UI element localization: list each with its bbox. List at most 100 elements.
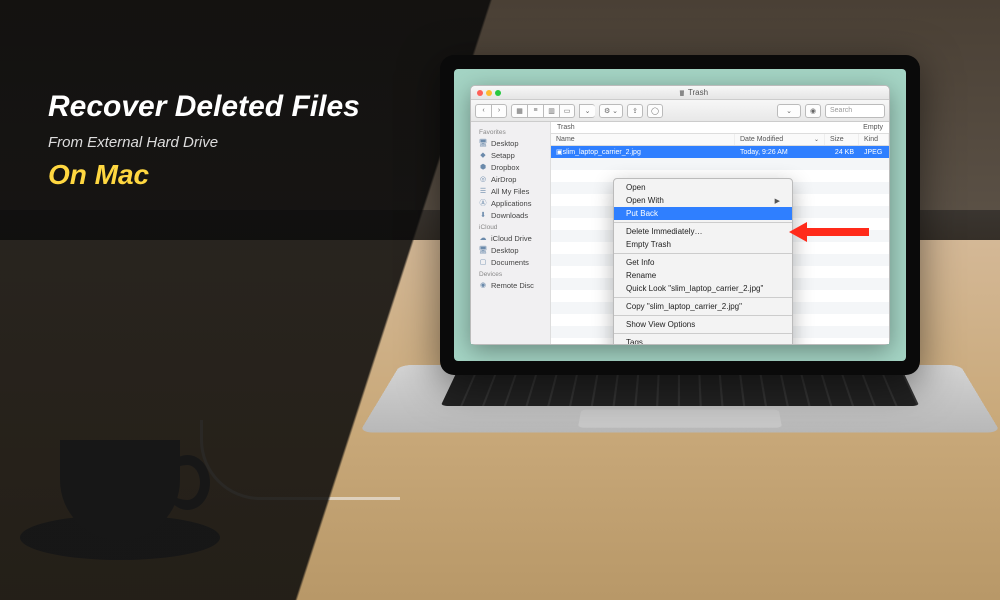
finder-window: Trash ‹ › ▦ ≡ ▥ ▭ ⌄ [470, 85, 890, 345]
context-menu: Open Open With ▶ Put Back Delete Immediat… [613, 178, 793, 344]
view-list-button[interactable]: ≡ [527, 104, 543, 118]
view-icons-button[interactable]: ▦ [511, 104, 527, 118]
display-icon: 🖥 [479, 246, 487, 254]
menu-item-tags[interactable]: Tags… [614, 336, 792, 344]
menu-label: Empty Trash [626, 240, 671, 249]
files-icon: ☰ [479, 187, 487, 195]
sidebar-item-label: Documents [491, 258, 529, 267]
menu-item-open-with[interactable]: Open With ▶ [614, 194, 792, 207]
headline-line3: On Mac [48, 159, 360, 191]
apps-icon: Ⓐ [479, 199, 487, 207]
minimize-icon[interactable] [486, 90, 492, 96]
back-button[interactable]: ‹ [475, 104, 491, 118]
arrange-group: ⌄ [579, 104, 595, 118]
laptop-screen-frame: Trash ‹ › ▦ ≡ ▥ ▭ ⌄ [440, 55, 920, 375]
sidebar-item-desktop-icloud[interactable]: 🖥 Desktop [471, 244, 550, 256]
sidebar-item-remotedisc[interactable]: ◉Remote Disc [471, 279, 550, 291]
search-input[interactable]: Search [825, 104, 885, 118]
view-gallery-button[interactable]: ▭ [559, 104, 575, 118]
path-text: Trash [557, 124, 575, 131]
action-button[interactable]: ⚙ ⌄ [599, 104, 623, 118]
column-headers: Name Date Modified ⌄ Size Kind [551, 134, 889, 146]
column-label: Date Modified [740, 136, 783, 143]
box-icon: ⬢ [479, 163, 487, 171]
sidebar-item-setapp[interactable]: ◆Setapp [471, 149, 550, 161]
quicklook-button[interactable]: ◉ [805, 104, 821, 118]
menu-label: Rename [626, 271, 656, 280]
sidebar-heading-favorites: Favorites [471, 126, 550, 137]
menu-item-show-view[interactable]: Show View Options [614, 318, 792, 331]
view-columns-button[interactable]: ▥ [543, 104, 559, 118]
sidebar-item-dropbox[interactable]: ⬢ Dropbox [471, 161, 550, 173]
sidebar-item-label: AirDrop [491, 175, 516, 184]
column-size[interactable]: Size [825, 134, 859, 145]
download-icon: ⬇ [479, 211, 487, 219]
path-bar: Trash Empty [551, 122, 889, 134]
sidebar-item-label: Setapp [491, 151, 515, 160]
tags-button[interactable]: ◯ [647, 104, 663, 118]
trash-icon [679, 89, 685, 96]
sidebar-item-label: Dropbox [491, 163, 519, 172]
finder-main-pane: Trash Empty Name Date Modified ⌄ Size Kin… [551, 122, 889, 344]
forward-button[interactable]: › [491, 104, 507, 118]
doc-icon: ▢ [479, 258, 487, 266]
cell-date: Today, 9:26 AM [735, 146, 825, 158]
menu-item-open[interactable]: Open [614, 181, 792, 194]
sidebar-item-iclouddrive[interactable]: ☁ iCloud Drive [471, 232, 550, 244]
menu-item-empty-trash[interactable]: Empty Trash [614, 238, 792, 251]
sidebar-item-documents[interactable]: ▢ Documents [471, 256, 550, 268]
headline-line1: Recover Deleted Files [48, 90, 360, 124]
search-placeholder: Search [830, 107, 852, 114]
column-kind[interactable]: Kind [859, 134, 889, 145]
finder-titlebar[interactable]: Trash [471, 86, 889, 100]
share-button[interactable]: ⇪ [627, 104, 643, 118]
menu-label: Show View Options [626, 320, 695, 329]
sidebar-item-label: Desktop [491, 246, 519, 255]
menu-item-copy[interactable]: Copy "slim_laptop_carrier_2.jpg" [614, 300, 792, 313]
sidebar-item-label: iCloud Drive [491, 234, 532, 243]
menu-label: Open [626, 183, 646, 192]
column-name[interactable]: Name [551, 134, 735, 145]
cloud-icon: ☁ [479, 234, 487, 242]
sidebar-item-applications[interactable]: Ⓐ Applications [471, 197, 550, 209]
sidebar-item-desktop[interactable]: 🖥Desktop [471, 137, 550, 149]
laptop-screen: Trash ‹ › ▦ ≡ ▥ ▭ ⌄ [454, 69, 906, 361]
sidebar-heading-devices: Devices [471, 268, 550, 279]
sidebar-item-label: Remote Disc [491, 281, 534, 290]
zoom-icon[interactable] [495, 90, 501, 96]
laptop-prop: Trash ‹ › ▦ ≡ ▥ ▭ ⌄ [400, 55, 960, 525]
menu-separator [614, 315, 792, 316]
chevron-right-icon: ▶ [775, 197, 780, 205]
sort-indicator-icon: ⌄ [814, 136, 819, 143]
menu-item-get-info[interactable]: Get Info [614, 256, 792, 269]
sidebar-item-label: Applications [491, 199, 531, 208]
column-label: Size [830, 136, 844, 143]
sidebar-item-allfiles[interactable]: ☰All My Files [471, 185, 550, 197]
empty-trash-button[interactable]: Empty [863, 124, 883, 131]
sidebar-item-label: Downloads [491, 211, 528, 220]
menu-item-quick-look[interactable]: Quick Look "slim_laptop_carrier_2.jpg" [614, 282, 792, 295]
menu-item-put-back[interactable]: Put Back [614, 207, 792, 220]
sidebar-item-airdrop[interactable]: ◎AirDrop [471, 173, 550, 185]
sidebar-item-downloads[interactable]: ⬇ Downloads [471, 209, 550, 221]
cell-kind: JPEG [859, 146, 889, 158]
file-list: ▣ slim_laptop_carrier_2.jpg Today, 9:26 … [551, 146, 889, 344]
headline-block: Recover Deleted Files From External Hard… [48, 90, 360, 191]
close-icon[interactable] [477, 90, 483, 96]
window-title: Trash [504, 88, 883, 97]
menu-item-delete-immediately[interactable]: Delete Immediately… [614, 225, 792, 238]
menu-label: Quick Look "slim_laptop_carrier_2.jpg" [626, 284, 763, 293]
menu-label: Open With [626, 196, 664, 205]
callout-arrow-icon [789, 220, 869, 244]
menu-separator [614, 222, 792, 223]
window-title-text: Trash [688, 88, 708, 97]
cell-name: ▣ slim_laptop_carrier_2.jpg [551, 146, 735, 158]
menu-item-rename[interactable]: Rename [614, 269, 792, 282]
dropbox-toolbar-button[interactable]: ⌄ [777, 104, 801, 118]
column-label: Name [556, 136, 575, 143]
finder-body: Favorites 🖥 Desktop ◆Setapp ⬢ Dropbox ◎Air… [471, 122, 889, 344]
cell-size: 24 KB [825, 146, 859, 158]
table-row[interactable]: ▣ slim_laptop_carrier_2.jpg Today, 9:26 … [551, 146, 889, 158]
arrange-button[interactable]: ⌄ [579, 104, 595, 118]
column-date[interactable]: Date Modified ⌄ [735, 134, 825, 145]
